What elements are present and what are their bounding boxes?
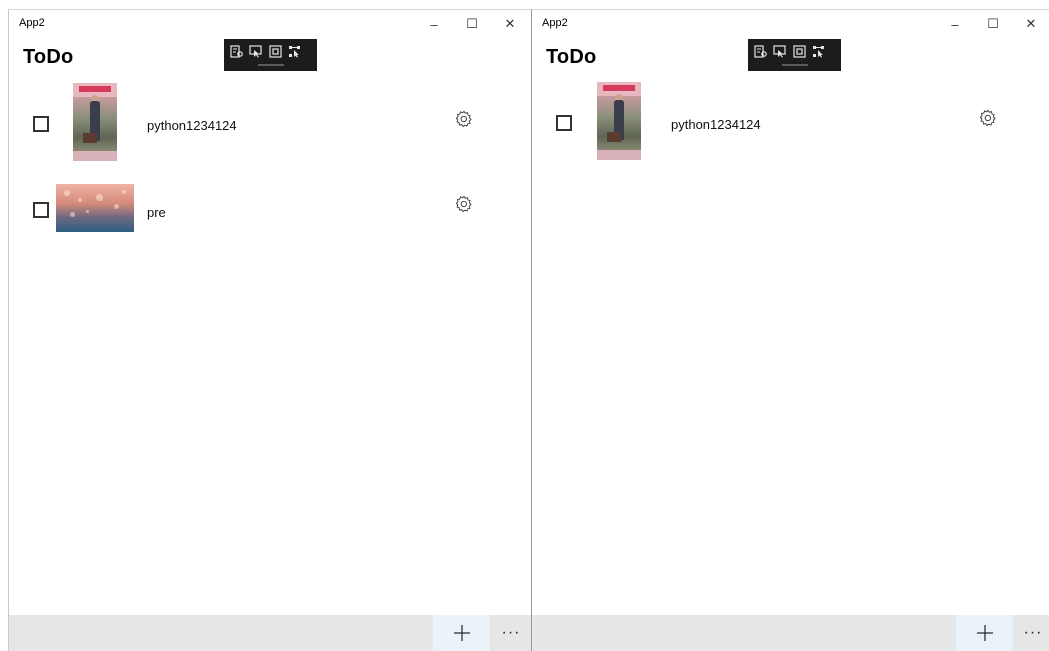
more-button[interactable]: ··· (1013, 615, 1049, 651)
page-title: ToDo (546, 46, 597, 68)
minimize-button[interactable]: – (936, 10, 974, 38)
close-button[interactable]: ✕ (491, 10, 529, 38)
close-icon: ✕ (1025, 16, 1037, 31)
todo-checkbox[interactable] (556, 115, 572, 131)
add-button[interactable] (433, 615, 490, 651)
todo-title: pre (147, 205, 166, 220)
close-icon: ✕ (504, 16, 516, 31)
settings-gear-icon[interactable] (979, 109, 997, 127)
maximize-button[interactable]: ☐ (453, 10, 491, 38)
select-element-icon[interactable] (773, 45, 786, 58)
minimize-button[interactable]: – (415, 10, 453, 38)
select-element-icon[interactable] (249, 45, 262, 58)
title-bar[interactable]: App2 – ☐ ✕ (9, 10, 531, 40)
add-button[interactable] (956, 615, 1013, 651)
settings-gear-icon[interactable] (455, 195, 473, 213)
todo-checkbox[interactable] (33, 116, 49, 132)
maximize-icon: ☐ (987, 16, 999, 31)
app-title: App2 (19, 17, 45, 29)
add-icon (453, 625, 470, 641)
display-layout-adorners-icon[interactable] (793, 45, 806, 58)
command-bar: ··· (9, 615, 531, 651)
maximize-icon: ☐ (466, 16, 478, 31)
todo-checkbox[interactable] (33, 202, 49, 218)
page-title: ToDo (23, 46, 74, 68)
todo-thumbnail (56, 184, 134, 232)
minimize-icon: – (951, 16, 959, 32)
toolbar-drag-grip[interactable] (258, 64, 284, 66)
more-button[interactable]: ··· (491, 615, 531, 651)
more-icon: ··· (1023, 624, 1043, 641)
live-visual-tree-icon[interactable] (230, 45, 243, 58)
xaml-debug-toolbar[interactable] (748, 39, 841, 71)
xaml-debug-toolbar[interactable] (224, 39, 317, 71)
minimize-icon: – (430, 16, 438, 32)
todo-thumbnail (73, 83, 117, 161)
command-bar: ··· (532, 615, 1049, 651)
todo-title: python1234124 (147, 118, 237, 133)
maximize-button[interactable]: ☐ (974, 10, 1012, 38)
toolbar-drag-grip[interactable] (782, 64, 808, 66)
display-layout-adorners-icon[interactable] (269, 45, 282, 58)
more-icon: ··· (501, 624, 521, 641)
app-window-left: App2 – ☐ ✕ ToDo python1234124 pre ··· (8, 9, 532, 651)
close-button[interactable]: ✕ (1012, 10, 1049, 38)
add-icon (976, 625, 993, 641)
todo-item[interactable]: python1234124 (532, 82, 1049, 162)
track-focus-icon[interactable] (812, 45, 825, 58)
app-title: App2 (542, 17, 568, 29)
track-focus-icon[interactable] (288, 45, 301, 58)
live-visual-tree-icon[interactable] (754, 45, 767, 58)
settings-gear-icon[interactable] (455, 110, 473, 128)
title-bar[interactable]: App2 – ☐ ✕ (532, 10, 1049, 40)
todo-item[interactable]: pre (9, 184, 531, 264)
todo-item[interactable]: python1234124 (9, 83, 531, 163)
app-window-right: App2 – ☐ ✕ ToDo python1234124 ··· (532, 9, 1049, 651)
todo-title: python1234124 (671, 117, 761, 132)
todo-thumbnail (597, 82, 641, 160)
